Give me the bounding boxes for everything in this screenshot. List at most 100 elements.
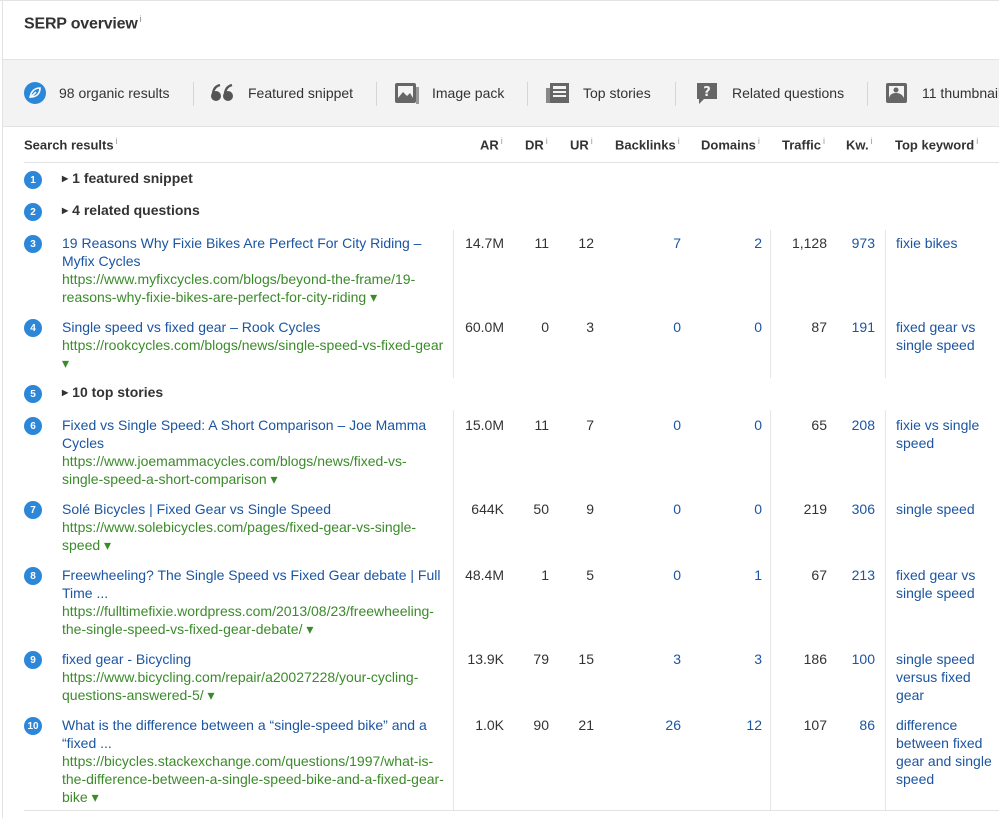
search-result: Solé Bicycles | Fixed Gear vs Single Spe… — [62, 500, 447, 554]
ur-value: 9 — [586, 501, 594, 517]
ur-value: 7 — [586, 417, 594, 433]
info-icon[interactable]: i — [758, 136, 760, 146]
result-url[interactable]: https://www.bicycling.com/repair/a200272… — [62, 669, 418, 703]
domains-value[interactable]: 0 — [754, 416, 762, 434]
url-dropdown-icon[interactable]: ▾ — [306, 621, 313, 637]
url-dropdown-icon[interactable]: ▾ — [62, 355, 69, 371]
position-badge: 8 — [24, 567, 42, 585]
kw-value[interactable]: 973 — [852, 234, 875, 252]
backlinks-value[interactable]: 7 — [673, 234, 681, 252]
url-dropdown-icon[interactable]: ▾ — [208, 687, 215, 703]
result-url[interactable]: https://www.myfixcycles.com/blogs/beyond… — [62, 271, 415, 305]
result-title-link[interactable]: Fixed vs Single Speed: A Short Compariso… — [62, 417, 426, 451]
top-keyword-link[interactable]: fixie bikes — [896, 234, 992, 252]
column-header-domains[interactable]: Domains i — [701, 136, 760, 152]
top-keyword-link[interactable]: difference between fixed gear and single… — [896, 716, 992, 788]
info-icon[interactable]: i — [871, 136, 873, 146]
traffic-value: 107 — [803, 717, 827, 733]
search-result: Freewheeling? The Single Speed vs Fixed … — [62, 566, 447, 638]
news-icon — [545, 81, 571, 105]
result-title-link[interactable]: Solé Bicycles | Fixed Gear vs Single Spe… — [62, 501, 331, 517]
info-icon[interactable]: i — [823, 136, 825, 146]
result-title-link[interactable]: What is the difference between a “single… — [62, 717, 427, 751]
info-icon[interactable]: i — [501, 136, 503, 146]
column-header-ar[interactable]: AR i — [480, 136, 503, 152]
ur-value: 15 — [578, 651, 594, 667]
result-title-link[interactable]: Freewheeling? The Single Speed vs Fixed … — [62, 567, 441, 601]
expand-arrow-icon: ▶ — [62, 388, 69, 397]
kw-value[interactable]: 213 — [852, 566, 875, 584]
feature-related-questions[interactable]: ? Related questions — [694, 60, 844, 126]
dr-value: 90 — [533, 717, 549, 733]
info-icon[interactable]: i — [591, 136, 593, 146]
url-dropdown-icon[interactable]: ▾ — [92, 789, 99, 805]
backlinks-value[interactable]: 26 — [665, 716, 681, 734]
ar-value: 13.9K — [467, 651, 504, 667]
feature-featured-snippet[interactable]: Featured snippet — [210, 60, 353, 126]
group-featured-snippet-toggle[interactable]: ▶ 1 featured snippet — [62, 170, 193, 186]
position-badge: 5 — [24, 385, 42, 403]
domains-value[interactable]: 2 — [754, 234, 762, 252]
kw-value[interactable]: 306 — [852, 500, 875, 518]
result-title-link[interactable]: 19 Reasons Why Fixie Bikes Are Perfect F… — [62, 235, 421, 269]
info-icon[interactable]: i — [116, 136, 118, 146]
column-header-kw[interactable]: Kw. i — [846, 136, 873, 152]
info-icon[interactable]: i — [546, 136, 548, 146]
kw-value[interactable]: 191 — [852, 318, 875, 336]
result-url[interactable]: https://rookcycles.com/blogs/news/single… — [62, 337, 443, 353]
top-keyword-link[interactable]: fixie vs single speed — [896, 416, 992, 452]
kw-value[interactable]: 86 — [859, 716, 875, 734]
kw-value[interactable]: 100 — [852, 650, 875, 668]
domains-value[interactable]: 0 — [754, 318, 762, 336]
ar-value: 60.0M — [465, 319, 504, 335]
backlinks-value[interactable]: 0 — [673, 416, 681, 434]
dr-value: 11 — [534, 417, 549, 433]
domains-value[interactable]: 0 — [754, 500, 762, 518]
info-icon[interactable]: i — [678, 136, 680, 146]
top-keyword-link[interactable]: single speed — [896, 500, 992, 518]
feature-top-stories[interactable]: Top stories — [545, 60, 651, 126]
info-icon[interactable]: i — [976, 136, 978, 146]
position-badge: 4 — [24, 319, 42, 337]
result-url[interactable]: https://fulltimefixie.wordpress.com/2013… — [62, 603, 434, 637]
group-related-questions-toggle[interactable]: ▶ 4 related questions — [62, 202, 200, 218]
kw-value[interactable]: 208 — [852, 416, 875, 434]
top-keyword-link[interactable]: single speed versus fixed gear — [896, 650, 992, 704]
ar-value: 48.4M — [465, 567, 504, 583]
backlinks-value[interactable]: 0 — [673, 566, 681, 584]
page-title: SERP overview i — [24, 14, 142, 33]
url-dropdown-icon[interactable]: ▾ — [271, 471, 278, 487]
group-label: 1 featured snippet — [72, 170, 193, 186]
group-label: 4 related questions — [72, 202, 200, 218]
result-title-link[interactable]: Single speed vs fixed gear – Rook Cycles — [62, 319, 320, 335]
column-header-backlinks[interactable]: Backlinks i — [615, 136, 680, 152]
column-header-ur[interactable]: UR i — [570, 136, 593, 152]
info-icon[interactable]: i — [140, 14, 142, 24]
ar-value: 15.0M — [465, 417, 504, 433]
column-header-dr[interactable]: DR i — [525, 136, 548, 152]
result-title-link[interactable]: fixed gear - Bicycling — [62, 651, 191, 667]
feature-organic-results[interactable]: 98 organic results — [23, 60, 170, 126]
result-url[interactable]: https://www.joemammacycles.com/blogs/new… — [62, 453, 407, 487]
svg-text:?: ? — [703, 85, 711, 100]
url-dropdown-icon[interactable]: ▾ — [104, 537, 111, 553]
dr-value: 0 — [541, 319, 549, 335]
backlinks-value[interactable]: 0 — [673, 500, 681, 518]
column-header-top-keyword[interactable]: Top keyword i — [895, 136, 978, 152]
feature-image-pack[interactable]: Image pack — [394, 60, 504, 126]
feature-thumbnails[interactable]: 11 thumbnail — [884, 60, 999, 126]
result-url[interactable]: https://bicycles.stackexchange.com/quest… — [62, 753, 444, 805]
result-url[interactable]: https://www.solebicycles.com/pages/fixed… — [62, 519, 416, 553]
backlinks-value[interactable]: 0 — [673, 318, 681, 336]
url-dropdown-icon[interactable]: ▾ — [370, 289, 377, 305]
feature-label: Top stories — [583, 85, 651, 101]
page-title-text: SERP overview — [24, 15, 138, 33]
top-keyword-link[interactable]: fixed gear vs single speed — [896, 318, 992, 354]
domains-value[interactable]: 1 — [754, 566, 762, 584]
group-top-stories-toggle[interactable]: ▶ 10 top stories — [62, 384, 163, 400]
domains-value[interactable]: 3 — [754, 650, 762, 668]
domains-value[interactable]: 12 — [746, 716, 762, 734]
top-keyword-link[interactable]: fixed gear vs single speed — [896, 566, 992, 602]
backlinks-value[interactable]: 3 — [673, 650, 681, 668]
column-header-traffic[interactable]: Traffic i — [782, 136, 825, 152]
